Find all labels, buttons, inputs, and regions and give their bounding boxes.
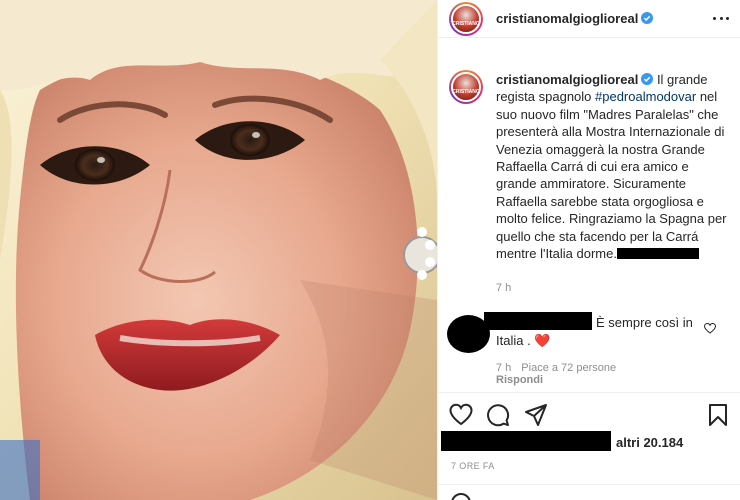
post-side-panel: CRISTIANO cristianomalgioglioreal CRISTI… [437,0,740,500]
action-bar [438,392,740,434]
portrait-image [0,0,437,500]
author-username[interactable]: cristianomalgioglioreal [496,11,654,26]
avatar-label: CRISTIANO [452,21,480,27]
verified-icon [641,73,654,85]
comment-likes[interactable]: Piace a 72 persone [521,362,616,374]
post-timestamp[interactable]: 7 ORE FA [451,461,495,471]
comment-meta: 7 h Piace a 72 persone [496,362,616,374]
redacted-mention [616,248,699,260]
verified-icon [641,12,654,24]
comment-line-1: È sempre così in [596,315,693,330]
header-username-text[interactable]: cristianomalgioglioreal [496,11,638,26]
comment-time[interactable]: 7 h [496,362,511,374]
post-photo[interactable] [0,0,437,500]
comment-line-2: Italia . [496,333,531,348]
post-header: CRISTIANO cristianomalgioglioreal [438,0,740,38]
author-avatar[interactable]: CRISTIANO [449,2,483,36]
heart-emoji: ❤️ [534,333,551,348]
heart-outline-icon[interactable] [704,323,716,334]
emoji-icon[interactable] [451,493,471,500]
caption-time[interactable]: 7 h [496,282,511,294]
comment-box-divider [438,484,740,485]
comment-icon[interactable] [486,403,510,427]
comment-text: È sempre così in Italia . ❤️ [496,314,696,350]
more-options-button[interactable] [713,13,729,23]
likes-count[interactable]: altri 20.184 [616,435,683,450]
more-icon [713,16,716,20]
likers-redacted [441,431,611,451]
share-icon[interactable] [524,403,548,427]
caption-avatar[interactable]: CRISTIANO [449,70,483,104]
likes-row: altri 20.184 [438,430,740,452]
hashtag-link[interactable]: #pedroalmodovar [595,89,696,104]
save-icon[interactable] [706,403,730,427]
caption-body: nel suo nuovo film "Madres Paralelas" ch… [496,89,727,262]
caption-text: cristianomalgioglioreal Il grande regist… [496,71,732,262]
reply-button[interactable]: Rispondi [496,374,543,386]
caption-avatar-label: CRISTIANO [452,89,480,95]
caption-username[interactable]: cristianomalgioglioreal [496,72,638,87]
like-icon[interactable] [449,403,473,427]
